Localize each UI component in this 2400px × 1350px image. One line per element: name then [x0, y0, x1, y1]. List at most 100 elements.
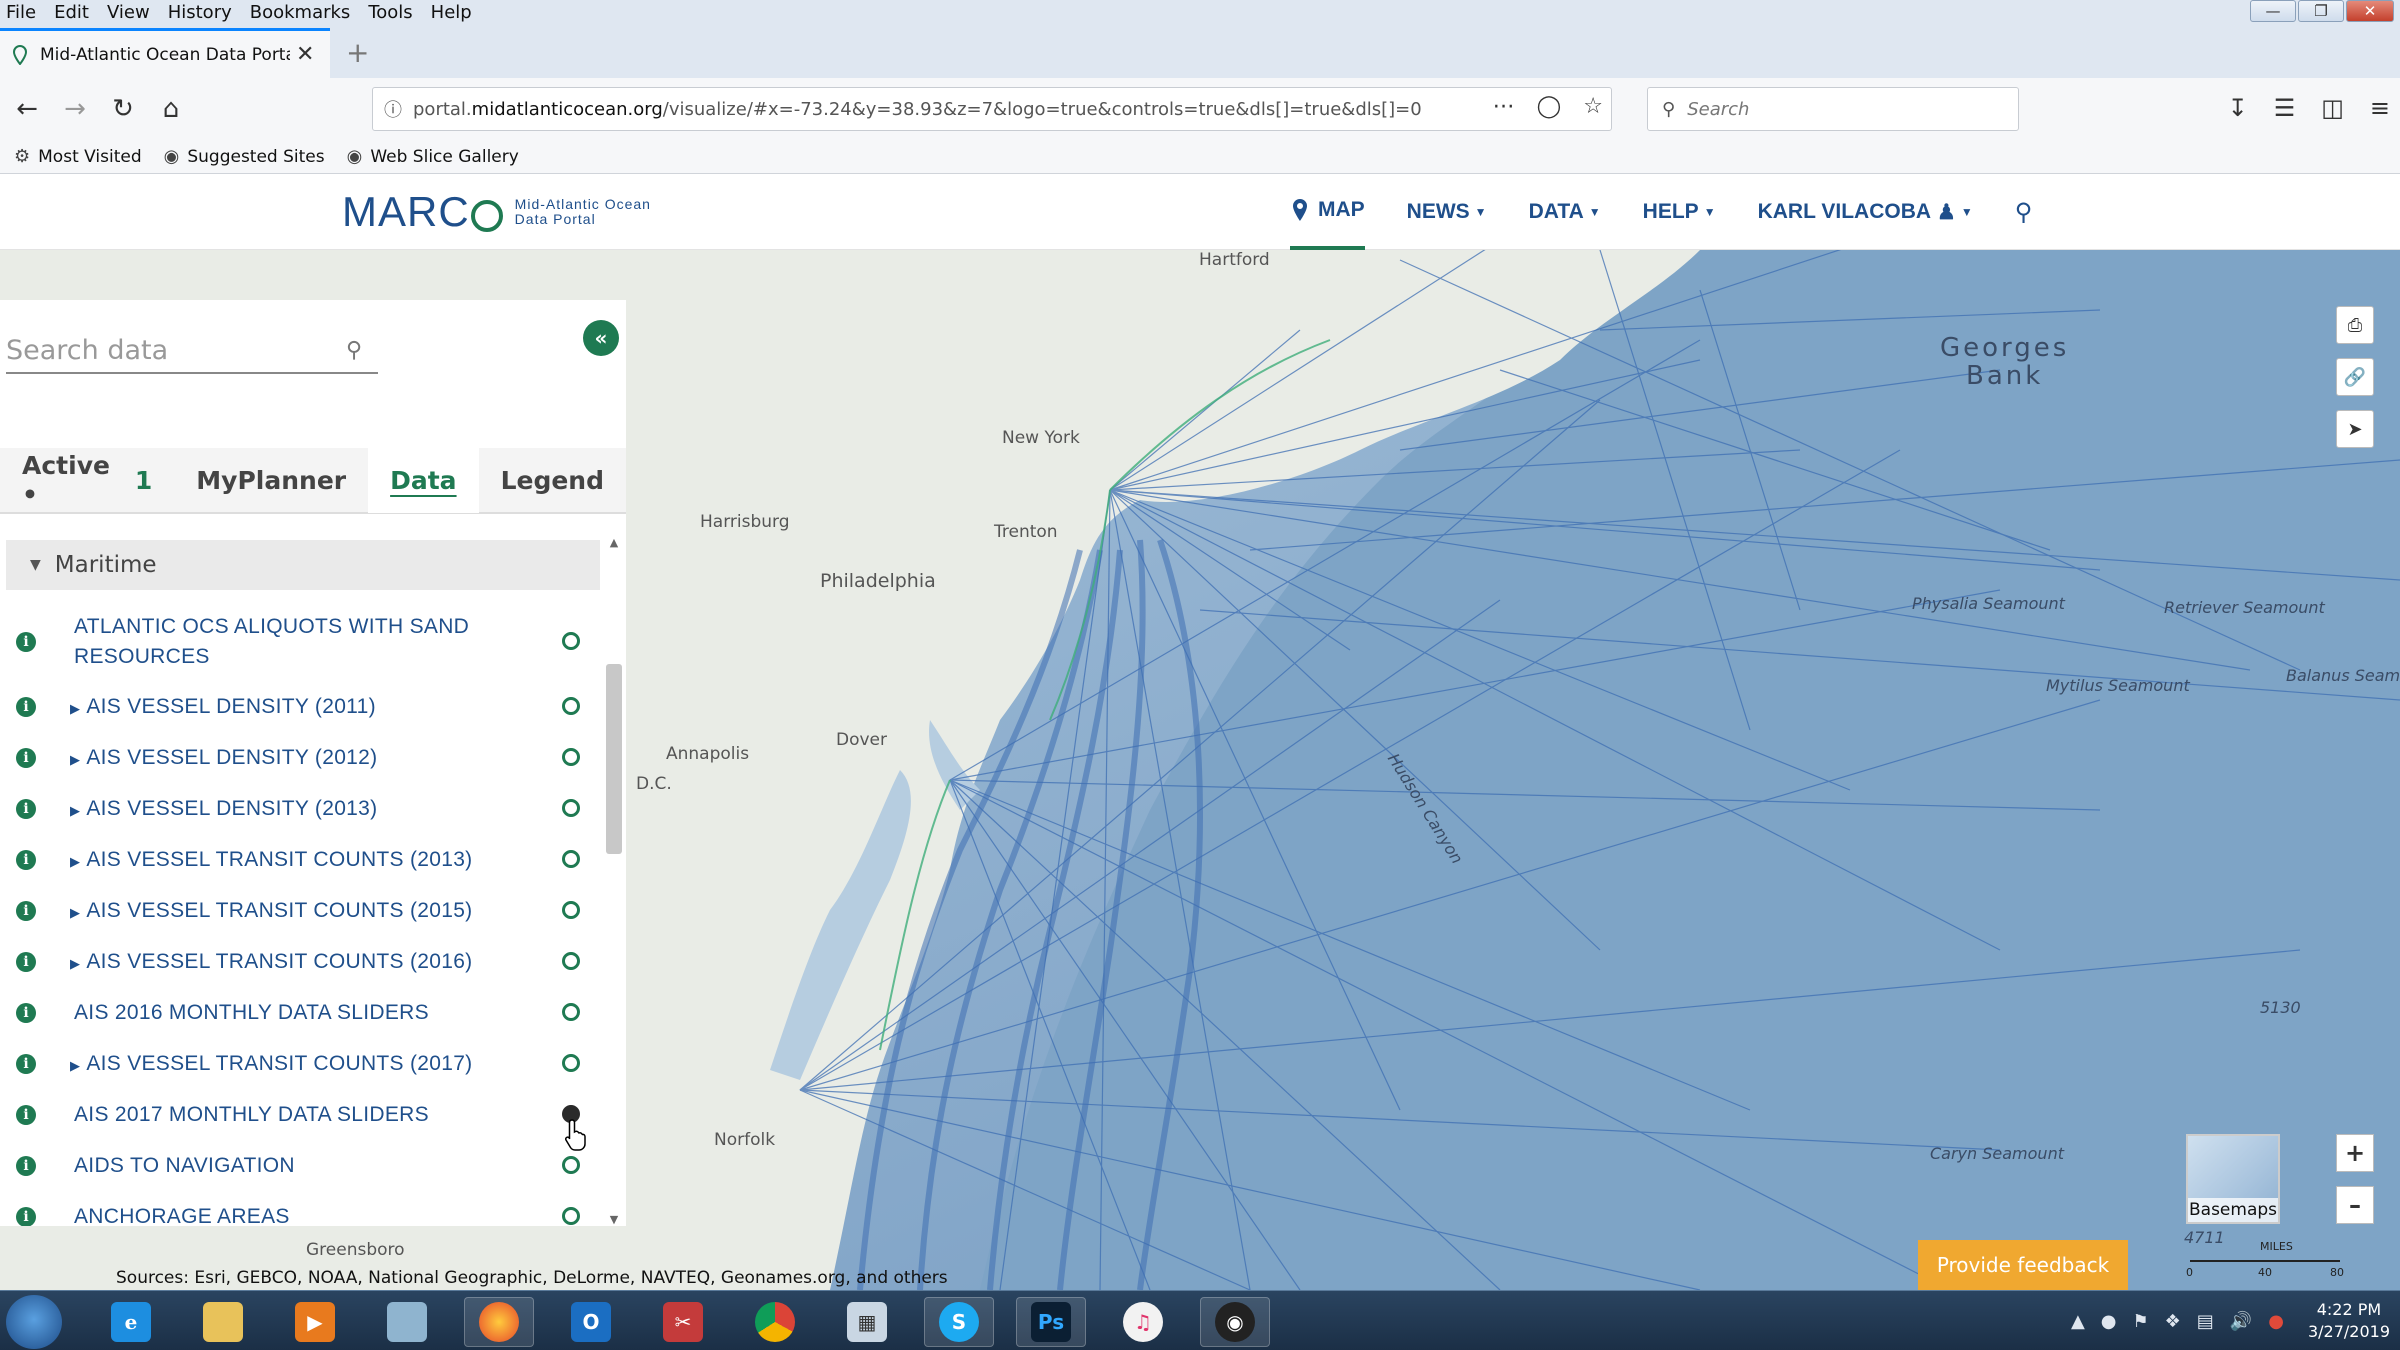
layer-toggle[interactable] — [562, 850, 580, 868]
layer-toggle[interactable] — [562, 1003, 580, 1021]
firefox-icon[interactable] — [464, 1297, 534, 1347]
layer-row[interactable]: i ▶ AIS VESSEL DENSITY (2011) — [0, 692, 600, 722]
bookmark-suggested-sites[interactable]: ◉ Suggested Sites — [164, 146, 325, 167]
layer-row[interactable]: i AIDS TO NAVIGATION — [0, 1151, 600, 1181]
layer-toggle[interactable] — [562, 1207, 580, 1225]
menu-help[interactable]: Help — [422, 0, 481, 26]
snipping-tool-icon[interactable]: ✂ — [648, 1297, 718, 1347]
close-window-button[interactable]: ✕ — [2346, 0, 2394, 22]
downloads-icon[interactable]: ↧ — [2228, 94, 2248, 122]
site-info-icon[interactable]: ⓘ — [373, 96, 413, 122]
panel-scrollbar[interactable]: ▲ ▼ — [606, 536, 622, 1226]
info-icon[interactable]: i — [16, 1207, 36, 1226]
network-icon[interactable]: ▤ — [2197, 1311, 2214, 1332]
layer-name[interactable]: ▶ AIS VESSEL DENSITY (2013) — [70, 794, 530, 826]
bookmark-web-slice-gallery[interactable]: ◉ Web Slice Gallery — [347, 146, 519, 167]
expand-caret-icon[interactable]: ▶ — [70, 803, 80, 818]
volume-icon[interactable]: 🔊 — [2230, 1311, 2252, 1332]
layer-toggle[interactable] — [562, 799, 580, 817]
layer-toggle[interactable] — [562, 1054, 580, 1072]
calculator-icon[interactable]: ▦ — [832, 1297, 902, 1347]
nav-help[interactable]: HELP ▼ — [1643, 174, 1716, 250]
layer-name[interactable]: AIDS TO NAVIGATION — [74, 1151, 534, 1181]
layer-row[interactable]: i ▶ AIS VESSEL DENSITY (2013) — [0, 794, 600, 824]
layer-toggle[interactable] — [562, 901, 580, 919]
locate-arrow-icon[interactable]: ➤ — [2336, 410, 2374, 448]
bookmark-star-icon[interactable]: ☆ — [1583, 94, 1603, 119]
layer-name[interactable]: AIS 2016 MONTHLY DATA SLIDERS — [74, 998, 534, 1028]
photoshop-icon[interactable]: Ps — [1016, 1297, 1086, 1347]
nav-data[interactable]: DATA ▼ — [1529, 174, 1601, 250]
info-icon[interactable]: i — [16, 850, 36, 870]
category-maritime[interactable]: ▼ Maritime — [6, 540, 600, 590]
layer-name[interactable]: ATLANTIC OCS ALIQUOTS WITH SAND RESOURCE… — [74, 612, 534, 672]
layer-toggle[interactable] — [562, 632, 580, 650]
scroll-down-icon[interactable]: ▼ — [606, 1213, 622, 1226]
layer-row[interactable]: i AIS 2016 MONTHLY DATA SLIDERS — [0, 998, 600, 1028]
reload-icon[interactable]: ↻ — [106, 92, 140, 126]
back-icon[interactable]: ← — [10, 92, 44, 126]
home-icon[interactable]: ⌂ — [154, 92, 188, 126]
provide-feedback-button[interactable]: Provide feedback — [1918, 1240, 2128, 1290]
alert-icon[interactable]: ● — [2268, 1311, 2284, 1332]
zoom-in-button[interactable]: + — [2336, 1134, 2374, 1172]
layer-toggle[interactable] — [562, 697, 580, 715]
expand-caret-icon[interactable]: ▶ — [70, 956, 80, 971]
layer-row[interactable]: i ▶ AIS VESSEL DENSITY (2012) — [0, 743, 600, 773]
menu-history[interactable]: History — [159, 0, 241, 26]
search-bar[interactable]: ⚲ Search — [1647, 87, 2019, 131]
search-icon[interactable]: ⚲ — [346, 338, 362, 363]
layer-row[interactable]: i ▶ AIS VESSEL TRANSIT COUNTS (2016) — [0, 947, 600, 977]
layer-name[interactable]: AIS 2017 MONTHLY DATA SLIDERS — [74, 1100, 534, 1130]
show-hidden-icons-icon[interactable]: ▲ — [2071, 1311, 2085, 1332]
scrollbar-thumb[interactable] — [606, 664, 622, 854]
new-tab-icon[interactable]: + — [346, 36, 369, 69]
close-tab-icon[interactable]: ✕ — [296, 42, 314, 67]
search-data-input[interactable]: Search data ⚲ — [6, 328, 378, 374]
media-player-icon[interactable]: ▶ — [280, 1297, 350, 1347]
collapse-panel-icon[interactable]: « — [583, 320, 619, 356]
page-actions-icon[interactable]: ⋯ — [1493, 94, 1515, 119]
pocket-icon[interactable]: ◯ — [1537, 94, 1562, 119]
chrome-icon[interactable] — [740, 1297, 810, 1347]
url-bar[interactable]: ⓘ portal.midatlanticocean.org/visualize/… — [372, 87, 1612, 131]
expand-caret-icon[interactable]: ▶ — [70, 701, 80, 716]
layer-toggle[interactable] — [562, 748, 580, 766]
layer-name[interactable]: ▶ AIS VESSEL TRANSIT COUNTS (2013) — [70, 845, 530, 877]
layer-toggle[interactable] — [562, 952, 580, 970]
layer-row[interactable]: i ATLANTIC OCS ALIQUOTS WITH SAND RESOUR… — [0, 612, 600, 672]
menu-bookmarks[interactable]: Bookmarks — [241, 0, 360, 26]
info-icon[interactable]: i — [16, 1003, 36, 1023]
hamburger-menu-icon[interactable]: ≡ — [2370, 94, 2390, 122]
expand-caret-icon[interactable]: ▶ — [70, 854, 80, 869]
tab-legend[interactable]: Legend — [479, 447, 626, 513]
forward-icon[interactable]: → — [58, 92, 92, 126]
menu-edit[interactable]: Edit — [45, 0, 98, 26]
info-icon[interactable]: i — [16, 952, 36, 972]
minimize-button[interactable]: — — [2250, 0, 2296, 22]
info-icon[interactable]: i — [16, 748, 36, 768]
layer-toggle[interactable] — [562, 1156, 580, 1174]
menu-view[interactable]: View — [98, 0, 159, 26]
obs-tray-icon[interactable]: ● — [2101, 1311, 2117, 1332]
expand-caret-icon[interactable]: ▶ — [70, 1058, 80, 1073]
flag-icon[interactable]: ⚑ — [2133, 1311, 2149, 1332]
library-icon[interactable]: ☰ — [2274, 94, 2296, 122]
layer-name[interactable]: ANCHORAGE AREAS — [74, 1202, 534, 1226]
info-icon[interactable]: i — [16, 1054, 36, 1074]
dropbox-icon[interactable]: ❖ — [2165, 1311, 2181, 1332]
itunes-icon[interactable]: ♫ — [1108, 1297, 1178, 1347]
info-icon[interactable]: i — [16, 1156, 36, 1176]
site-search-icon[interactable]: ⚲ — [2015, 174, 2033, 250]
notepad-icon[interactable] — [372, 1297, 442, 1347]
expand-caret-icon[interactable]: ▶ — [70, 905, 80, 920]
layer-name[interactable]: ▶ AIS VESSEL TRANSIT COUNTS (2017) — [70, 1049, 530, 1081]
skype-icon[interactable]: S — [924, 1297, 994, 1347]
info-icon[interactable]: i — [16, 697, 36, 717]
menu-tools[interactable]: Tools — [359, 0, 421, 26]
outlook-icon[interactable]: O — [556, 1297, 626, 1347]
obs-icon[interactable]: ◉ — [1200, 1297, 1270, 1347]
info-icon[interactable]: i — [16, 632, 36, 652]
clock[interactable]: 4:22 PM 3/27/2019 — [2308, 1299, 2390, 1343]
layer-name[interactable]: ▶ AIS VESSEL TRANSIT COUNTS (2015) — [70, 896, 530, 928]
